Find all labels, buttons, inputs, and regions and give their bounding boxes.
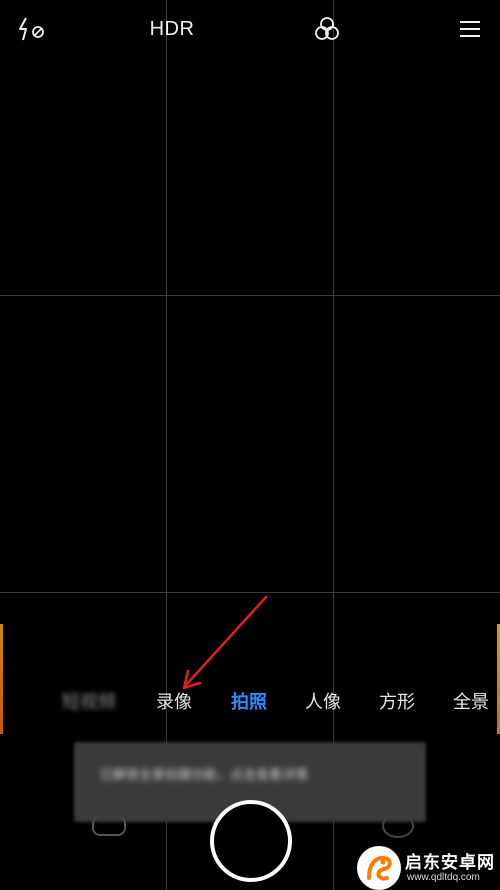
flash-off-icon[interactable] xyxy=(12,12,52,46)
site-watermark: 启东安卓网 www.qdltdq.com xyxy=(355,846,500,890)
mode-portrait[interactable]: 人像 xyxy=(305,684,341,722)
menu-icon[interactable] xyxy=(454,12,486,46)
mode-short-video[interactable]: 短视频 xyxy=(62,684,116,722)
grid-line-h1 xyxy=(0,295,500,296)
mode-photo[interactable]: 拍照 xyxy=(231,684,267,722)
mode-panorama[interactable]: 全景 xyxy=(453,684,489,722)
mode-video[interactable]: 录像 xyxy=(156,684,192,722)
shutter-inner xyxy=(222,812,280,870)
shutter-button[interactable] xyxy=(210,800,292,882)
camera-mode-strip: 短视频 录像 拍照 人像 方形 全景 xyxy=(0,684,500,722)
grid-line-h2 xyxy=(0,592,500,593)
arrow-shaft xyxy=(184,595,268,687)
gallery-thumbnail[interactable] xyxy=(92,816,126,836)
camera-top-bar: HDR xyxy=(0,0,500,58)
toast-text: 已解锁全景拍摄功能，点击查看详情 xyxy=(100,768,309,783)
mode-square[interactable]: 方形 xyxy=(379,684,415,722)
hdr-toggle[interactable]: HDR xyxy=(146,12,198,46)
watermark-logo-icon xyxy=(357,846,401,890)
watermark-title: 启东安卓网 xyxy=(405,853,495,873)
switch-camera-icon[interactable] xyxy=(382,814,414,838)
hdr-label: HDR xyxy=(149,17,195,40)
filters-icon[interactable] xyxy=(310,12,344,46)
watermark-url: www.qdltdq.com xyxy=(407,872,480,883)
